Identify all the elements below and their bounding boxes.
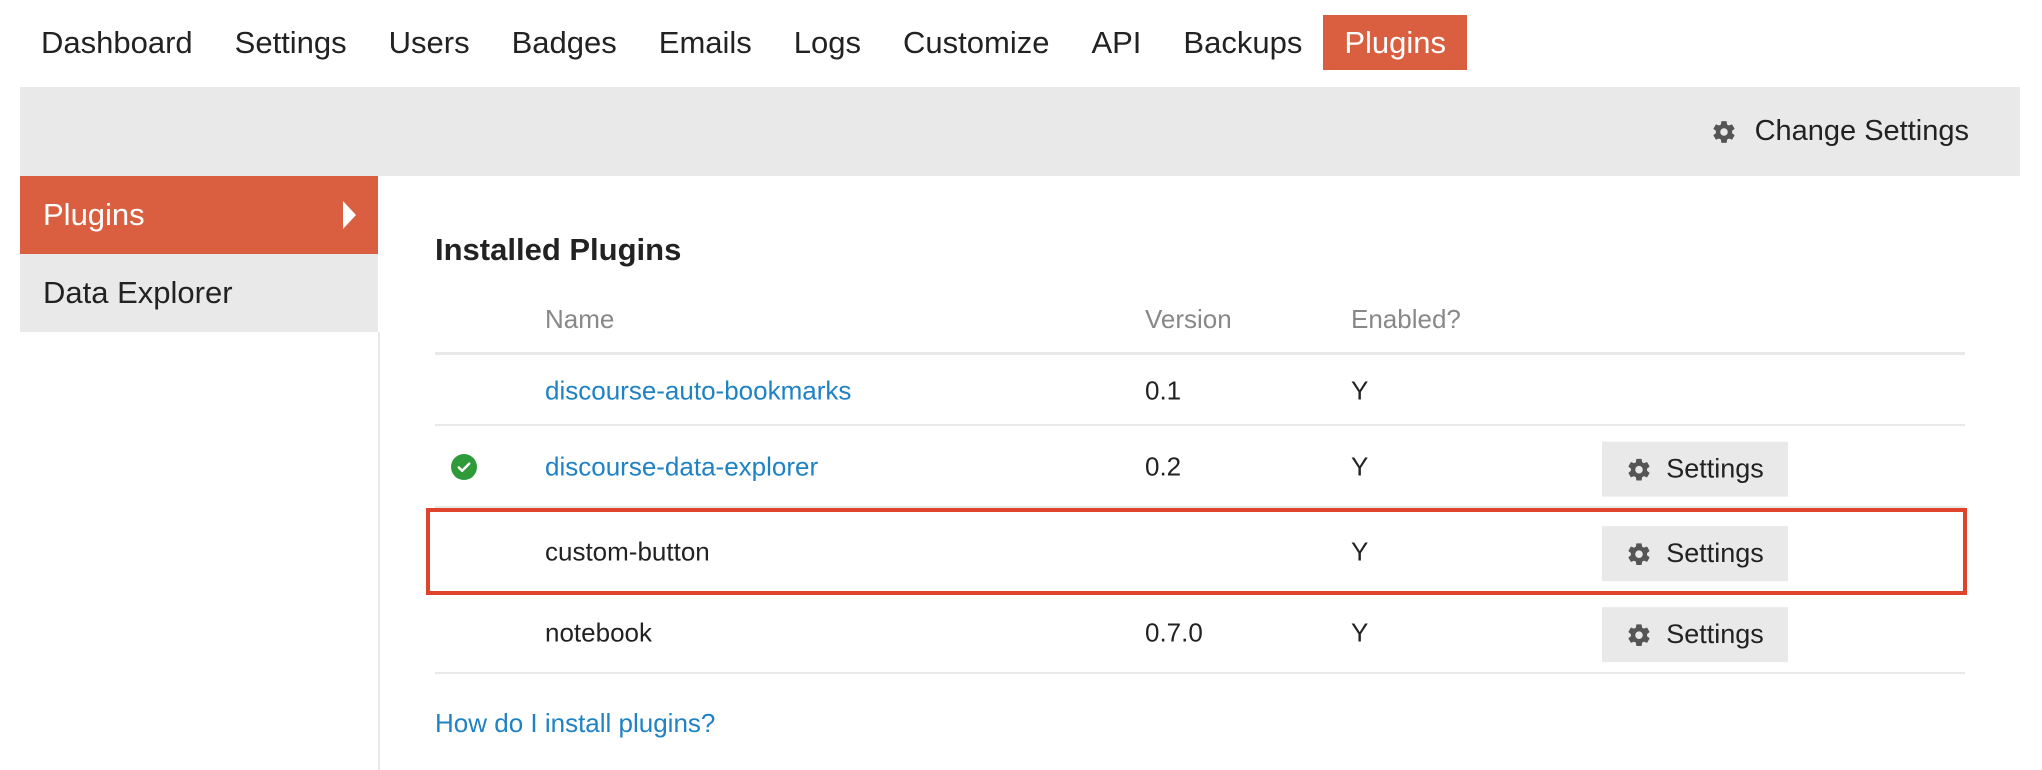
caret-right-icon <box>343 201 356 229</box>
nav-tab-logs[interactable]: Logs <box>773 15 882 70</box>
settings-button-label: Settings <box>1666 453 1764 484</box>
sidebar-item-plugins[interactable]: Plugins <box>20 176 378 254</box>
plugin-name: notebook <box>545 617 652 648</box>
plugin-version: 0.2 <box>1145 451 1182 482</box>
gear-icon <box>1626 622 1652 648</box>
settings-button-label: Settings <box>1666 619 1764 650</box>
page-title: Installed Plugins <box>435 232 682 267</box>
plugin-settings-cell: Settings <box>1602 441 1788 497</box>
install-plugins-help-link[interactable]: How do I install plugins? <box>435 708 715 739</box>
admin-top-nav: Dashboard Settings Users Badges Emails L… <box>20 15 1468 70</box>
plugin-settings-button[interactable]: Settings <box>1602 607 1788 663</box>
admin-sidebar: Plugins Data Explorer <box>20 176 378 332</box>
sidebar-item-label: Data Explorer <box>43 275 233 310</box>
nav-tab-settings[interactable]: Settings <box>214 15 368 70</box>
change-settings-button[interactable]: Change Settings <box>1711 87 1969 176</box>
plugin-name-link[interactable]: discourse-data-explorer <box>545 452 818 483</box>
nav-tab-backups[interactable]: Backups <box>1162 15 1323 70</box>
table-row: discourse-data-explorer 0.2 Y Settings <box>435 428 1965 508</box>
table-header: Name Version Enabled? <box>435 304 1965 355</box>
sidebar-item-label: Plugins <box>43 197 145 232</box>
plugin-enabled: Y <box>1351 375 1369 406</box>
highlight-box <box>426 508 1967 595</box>
plugin-settings-cell: Settings <box>1602 607 1788 663</box>
plugin-version: 0.1 <box>1145 375 1182 406</box>
plugin-enabled: Y <box>1351 451 1369 482</box>
column-header-name: Name <box>545 304 615 334</box>
nav-tab-api[interactable]: API <box>1070 15 1162 70</box>
change-settings-label: Change Settings <box>1754 115 1969 147</box>
nav-tab-customize[interactable]: Customize <box>882 15 1070 70</box>
table-row: notebook 0.7.0 Y Settings <box>435 594 1965 674</box>
header-bar: Change Settings <box>20 87 2020 176</box>
gear-icon <box>1626 456 1652 482</box>
admin-plugins-page: Dashboard Settings Users Badges Emails L… <box>0 0 2042 770</box>
sidebar-divider <box>378 332 380 770</box>
plugin-settings-button[interactable]: Settings <box>1602 441 1788 497</box>
gear-icon <box>1711 119 1737 145</box>
nav-tab-badges[interactable]: Badges <box>491 15 638 70</box>
nav-tab-emails[interactable]: Emails <box>638 15 773 70</box>
column-header-enabled: Enabled? <box>1351 304 1461 334</box>
table-row: discourse-auto-bookmarks 0.1 Y <box>435 358 1965 426</box>
plugin-enabled: Y <box>1351 617 1369 648</box>
plugin-name-link[interactable]: discourse-auto-bookmarks <box>545 376 851 407</box>
plugin-version: 0.7.0 <box>1145 617 1203 648</box>
sidebar-item-data-explorer[interactable]: Data Explorer <box>20 254 378 332</box>
nav-tab-plugins[interactable]: Plugins <box>1323 15 1468 70</box>
nav-tab-dashboard[interactable]: Dashboard <box>20 15 214 70</box>
column-header-version: Version <box>1145 304 1232 334</box>
checkmark-icon <box>451 454 477 480</box>
nav-tab-users[interactable]: Users <box>368 15 491 70</box>
